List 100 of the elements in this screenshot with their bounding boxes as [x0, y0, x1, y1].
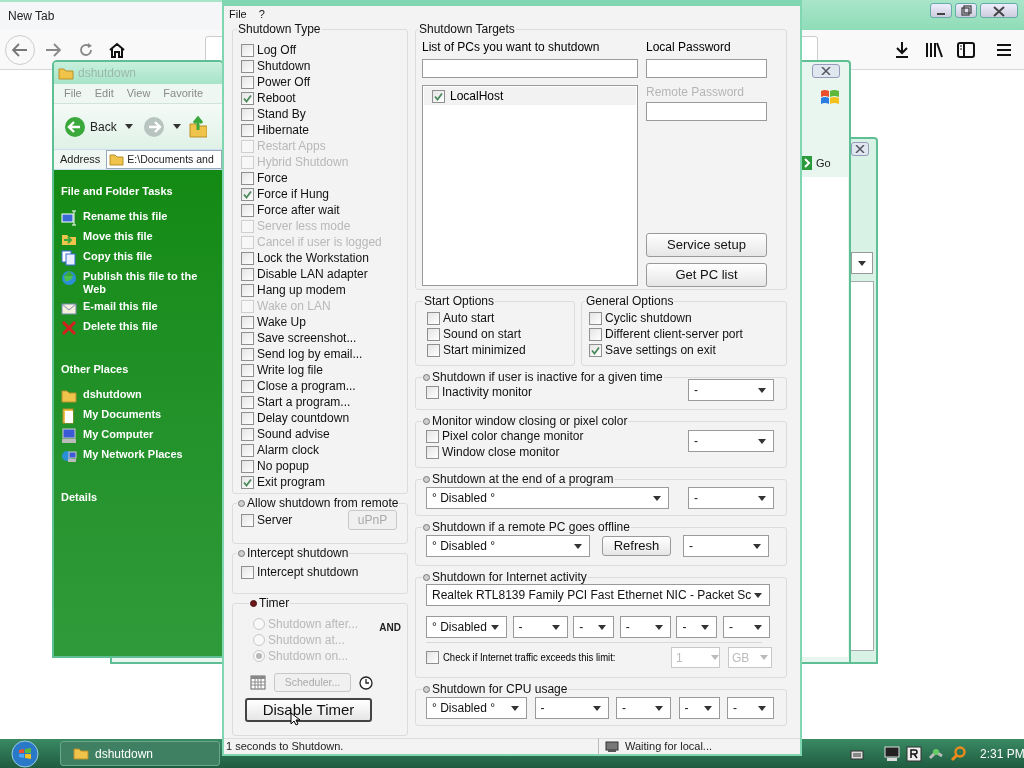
task-link[interactable]: Delete this file — [83, 320, 222, 333]
close-button[interactable] — [851, 142, 869, 156]
address-field[interactable]: E:\Documents and — [106, 150, 222, 169]
home-icon[interactable] — [108, 42, 126, 58]
network-icon[interactable] — [928, 746, 944, 762]
dropdown[interactable]: - — [727, 697, 774, 719]
magnifier-icon[interactable] — [950, 746, 966, 762]
dropdown[interactable]: - — [722, 616, 770, 638]
task-link[interactable]: My Network Places — [83, 448, 222, 461]
checkbox[interactable] — [241, 59, 254, 73]
up-folder-icon[interactable] — [188, 115, 207, 138]
checkbox[interactable] — [241, 565, 254, 579]
checkbox[interactable] — [241, 427, 254, 441]
restore-button[interactable] — [955, 3, 977, 18]
checkbox[interactable] — [241, 347, 254, 361]
checkbox[interactable] — [241, 315, 254, 329]
forward-icon[interactable] — [45, 43, 61, 57]
dropdown[interactable]: - — [688, 487, 774, 509]
back-button[interactable]: Back — [64, 115, 117, 138]
password-field[interactable] — [646, 102, 767, 121]
menu-icon[interactable] — [996, 43, 1012, 57]
start-button[interactable] — [10, 739, 40, 768]
task-link[interactable]: My Computer — [83, 428, 222, 441]
input-field[interactable] — [422, 59, 638, 78]
dropdown[interactable]: - — [683, 535, 769, 557]
checkbox[interactable] — [241, 363, 254, 377]
dropdown[interactable]: Realtek RTL8139 Family PCI Fast Ethernet NIC - Packet Sc — [426, 584, 770, 606]
checkbox[interactable] — [432, 89, 445, 103]
dropdown[interactable]: - — [678, 697, 720, 719]
menu-item[interactable]: File — [229, 5, 247, 23]
checkbox[interactable] — [241, 203, 254, 217]
checkbox[interactable] — [241, 395, 254, 409]
checkbox[interactable] — [241, 379, 254, 393]
checkbox[interactable] — [427, 343, 440, 357]
calendar-icon[interactable] — [250, 675, 266, 690]
task-link[interactable]: Publish this file to the Web — [83, 270, 222, 296]
forward-icon[interactable] — [142, 115, 165, 138]
dropdown[interactable]: ° Disabled ° — [426, 487, 669, 509]
checkbox[interactable] — [589, 343, 602, 357]
r-box-icon[interactable] — [906, 746, 922, 762]
clock[interactable]: 2:31 PM — [980, 745, 1024, 763]
checkbox[interactable] — [426, 445, 439, 459]
dropdown[interactable]: - — [619, 616, 671, 638]
button[interactable]: Refresh — [602, 536, 671, 556]
task-link[interactable]: E-mail this file — [83, 300, 222, 313]
checkbox[interactable] — [241, 475, 254, 489]
checkbox[interactable] — [241, 187, 254, 201]
minimize-button[interactable] — [930, 3, 952, 18]
checkbox[interactable] — [589, 311, 602, 325]
download-icon[interactable] — [894, 41, 910, 59]
radio-button[interactable] — [253, 634, 265, 646]
task-link[interactable]: Rename this file — [83, 210, 222, 223]
checkbox[interactable] — [241, 75, 254, 89]
checkbox[interactable] — [241, 411, 254, 425]
checkbox[interactable] — [241, 459, 254, 473]
dropdown[interactable] — [851, 252, 873, 274]
checkbox[interactable] — [241, 171, 254, 185]
button[interactable]: Get PC list — [646, 263, 767, 287]
keyboard-icon[interactable] — [850, 748, 864, 760]
radio-button[interactable] — [253, 650, 265, 662]
reload-icon[interactable] — [78, 42, 94, 58]
checkbox[interactable] — [241, 43, 254, 57]
close-button[interactable] — [980, 3, 1018, 18]
dropdown[interactable]: ° Disabled ° — [426, 697, 527, 719]
dropdown[interactable]: ° Disabled — [426, 616, 507, 638]
dropdown[interactable]: - — [688, 379, 774, 401]
dropdown[interactable]: ° Disabled ° — [426, 535, 590, 557]
checkbox[interactable] — [427, 311, 440, 325]
task-link[interactable]: My Documents — [83, 408, 222, 421]
checkbox[interactable] — [426, 429, 439, 443]
menu-item[interactable]: ? — [258, 5, 265, 23]
close-button[interactable] — [812, 64, 840, 78]
taskbar-button[interactable]: dshutdown — [60, 741, 220, 766]
go-button[interactable]: Go — [816, 155, 831, 172]
task-link[interactable]: Move this file — [83, 230, 222, 243]
password-field[interactable] — [646, 59, 767, 78]
sidebar-icon[interactable] — [957, 42, 975, 58]
dropdown[interactable]: - — [676, 616, 718, 638]
button[interactable]: Service setup — [646, 233, 767, 257]
dropdown[interactable]: - — [573, 616, 615, 638]
dropdown[interactable]: - — [616, 697, 671, 719]
task-link[interactable]: Copy this file — [83, 250, 222, 263]
checkbox[interactable] — [241, 123, 254, 137]
checkbox[interactable] — [426, 651, 439, 664]
checkbox[interactable] — [241, 267, 254, 281]
list-row[interactable]: LocalHost — [424, 87, 636, 105]
task-link[interactable]: dshutdown — [83, 388, 222, 401]
browser-tab[interactable]: New Tab — [0, 2, 222, 30]
checkbox[interactable] — [241, 331, 254, 345]
checkbox[interactable] — [589, 327, 602, 341]
checkbox[interactable] — [241, 513, 254, 527]
library-icon[interactable] — [925, 42, 943, 58]
checkbox[interactable] — [241, 251, 254, 265]
computer-icon[interactable] — [884, 746, 900, 762]
checkbox[interactable] — [241, 107, 254, 121]
button[interactable]: Disable Timer — [245, 698, 372, 722]
dropdown[interactable]: - — [512, 616, 568, 638]
checkbox[interactable] — [427, 327, 440, 341]
dropdown[interactable]: - — [688, 430, 774, 452]
checkbox[interactable] — [241, 443, 254, 457]
